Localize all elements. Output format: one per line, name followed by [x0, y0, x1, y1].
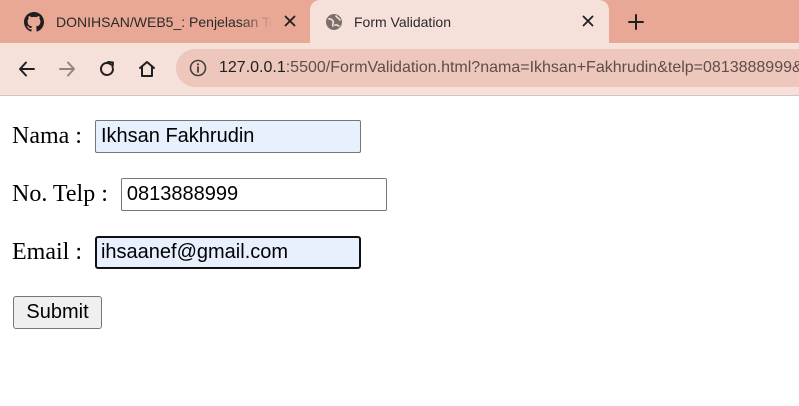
- email-label: Email :: [12, 239, 88, 265]
- info-icon[interactable]: [189, 59, 207, 77]
- browser-toolbar: 127.0.0.1:5500/FormValidation.html?nama=…: [0, 43, 799, 96]
- url-path: :5500/FormValidation.html?nama=Ikhsan+Fa…: [285, 59, 799, 76]
- telp-input[interactable]: [120, 178, 387, 211]
- globe-icon: [324, 12, 344, 32]
- email-row: Email :: [12, 236, 361, 269]
- reload-icon[interactable]: [95, 57, 119, 81]
- url-host: 127.0.0.1: [219, 59, 286, 76]
- close-icon[interactable]: [280, 11, 300, 31]
- home-icon[interactable]: [135, 57, 159, 81]
- telp-label: No. Telp :: [12, 181, 114, 207]
- telp-row: No. Telp :: [12, 178, 387, 211]
- page-content: Nama : No. Telp : Email : Submit: [0, 96, 799, 406]
- email-input[interactable]: [94, 236, 361, 269]
- close-icon[interactable]: [578, 11, 598, 31]
- submit-button[interactable]: Submit: [13, 296, 102, 329]
- plus-icon[interactable]: [624, 10, 648, 34]
- github-icon: [24, 11, 44, 32]
- tab-form-validation[interactable]: Form Validation: [310, 0, 609, 43]
- tab-title: Form Validation: [354, 13, 452, 30]
- url-text: 127.0.0.1:5500/FormValidation.html?nama=…: [219, 59, 799, 77]
- tab-github[interactable]: DONIHSAN/WEB5_: Penjelasan Tentang: [0, 0, 308, 43]
- address-bar[interactable]: 127.0.0.1:5500/FormValidation.html?nama=…: [176, 49, 799, 87]
- nama-label: Nama :: [12, 123, 88, 149]
- tab-title: DONIHSAN/WEB5_: Penjelasan Tentang: [56, 13, 272, 30]
- forward-arrow-icon[interactable]: [55, 57, 79, 81]
- tab-strip: DONIHSAN/WEB5_: Penjelasan Tentang Form …: [0, 0, 799, 43]
- nama-input[interactable]: [94, 120, 361, 153]
- back-arrow-icon[interactable]: [15, 57, 39, 81]
- nama-row: Nama :: [12, 120, 361, 153]
